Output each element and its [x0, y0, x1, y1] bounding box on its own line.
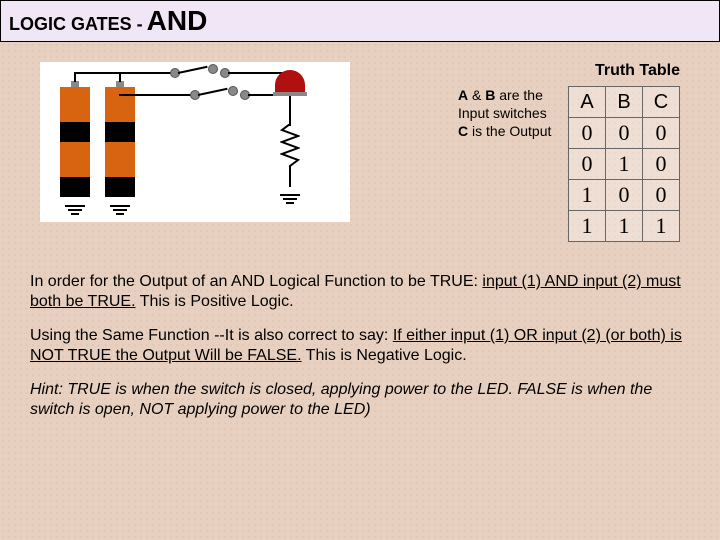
table-row: 000: [569, 118, 680, 149]
truth-header: C: [643, 87, 680, 118]
paragraph-hint: Hint: TRUE is when the switch is closed,…: [30, 380, 690, 420]
truth-cell: 0: [569, 118, 606, 149]
truth-cell: 0: [606, 180, 643, 211]
truth-cell: 1: [606, 211, 643, 242]
led-icon: [275, 70, 305, 92]
resistor-icon: [280, 124, 300, 174]
truth-header: B: [606, 87, 643, 118]
truth-table: ABC 000010100111: [568, 86, 680, 242]
table-row: 111: [569, 211, 680, 242]
circuit-diagram: [40, 62, 350, 222]
truth-cell: 0: [569, 149, 606, 180]
truth-cell: 0: [643, 149, 680, 180]
paragraph-positive: In order for the Output of an AND Logica…: [30, 272, 690, 312]
header-gate: AND: [147, 5, 208, 37]
truth-cell: 0: [643, 180, 680, 211]
truth-cell: 0: [643, 118, 680, 149]
table-row: 010: [569, 149, 680, 180]
truth-title: Truth Table: [595, 62, 680, 80]
table-row: 100: [569, 180, 680, 211]
truth-section: Truth Table A & B are the Input switches…: [458, 62, 680, 242]
truth-cell: 1: [569, 180, 606, 211]
input-description: A & B are the Input switches C is the Ou…: [458, 86, 558, 141]
header-prefix: LOGIC GATES -: [9, 14, 143, 35]
truth-cell: 1: [643, 211, 680, 242]
truth-cell: 0: [606, 118, 643, 149]
page-header: LOGIC GATES - AND: [0, 0, 720, 42]
truth-cell: 1: [606, 149, 643, 180]
paragraph-negative: Using the Same Function --It is also cor…: [30, 326, 690, 366]
truth-header: A: [569, 87, 606, 118]
truth-cell: 1: [569, 211, 606, 242]
description-paragraphs: In order for the Output of an AND Logica…: [0, 252, 720, 420]
content-row: Truth Table A & B are the Input switches…: [0, 42, 720, 252]
